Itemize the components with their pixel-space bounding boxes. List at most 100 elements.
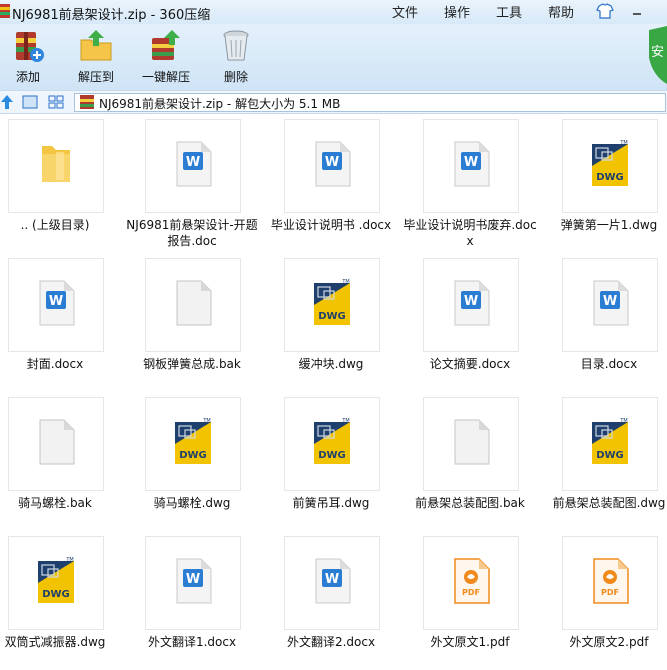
file-tile[interactable]: PDF [562,536,658,630]
file-tile[interactable] [8,119,104,213]
file-tile[interactable]: W [145,119,241,213]
delete-button[interactable]: 删除 [208,24,264,88]
add-archive-icon [16,32,44,62]
file-name: 骑马螺栓.bak [18,496,92,510]
file-item[interactable]: W 目录.docx [530,252,664,390]
file-name: 目录.docx [580,357,638,371]
menu-operations[interactable]: 操作 [444,2,470,21]
file-tile[interactable] [145,258,241,352]
svg-text:W: W [325,572,339,587]
file-name: 外文原文1.pdf [430,635,510,649]
file-tile[interactable]: DWG TM [8,536,104,630]
file-name: 外文原文2.pdf [569,635,649,649]
file-tile[interactable]: W [423,119,519,213]
tm-badge-text: TM [619,418,627,424]
file-item[interactable]: .. (上级目录) [0,113,110,251]
file-item[interactable]: DWG TM 前悬架总装配图.dwg [530,391,666,529]
menu-tools[interactable]: 工具 [496,2,522,21]
file-tile[interactable]: W [423,258,519,352]
menu-file[interactable]: 文件 [392,2,418,21]
menu-help[interactable]: 帮助 [548,2,574,21]
shield-char: 安 [651,45,664,60]
file-item[interactable]: W 封面.docx [0,252,110,390]
app-icon [0,4,10,18]
file-tile[interactable]: W [145,536,241,630]
file-item[interactable]: 骑马螺栓.bak [0,391,110,529]
window-title: NJ6981前悬架设计.zip - 360压缩 [12,8,211,23]
svg-text:W: W [603,294,617,309]
file-item[interactable]: W 毕业设计说明书 .docx [252,113,391,251]
file-name: 毕业设计说明书 .docx [270,218,392,232]
file-name: 毕业设计说明书废弃.docx [403,218,537,248]
word-doc-icon: W [593,280,629,326]
file-item[interactable]: PDF 外文原文1.pdf [391,530,525,668]
file-tile[interactable] [423,397,519,491]
zip-archive-icon [80,95,94,109]
skin-shirt-icon[interactable] [596,2,614,20]
file-name: 封面.docx [26,357,84,371]
one-click-extract-icon [152,30,180,60]
file-tile[interactable]: W [562,258,658,352]
address-bar: NJ6981前悬架设计.zip - 解包大小为 5.1 MB [0,90,667,114]
file-item[interactable]: W 毕业设计说明书废弃.docx [391,113,537,251]
word-doc-icon: W [315,141,351,187]
file-name: 骑马螺栓.dwg [153,496,231,510]
svg-text:W: W [464,155,478,170]
one-click-extract-button[interactable]: 一键解压 [138,24,194,88]
file-item[interactable]: W 论文摘要.docx [391,252,525,390]
file-name: 外文翻译2.docx [286,635,376,649]
grid-view-icon[interactable] [48,95,64,109]
file-name: .. (上级目录) [20,218,90,232]
tm-badge-text: TM [619,140,627,146]
file-tile[interactable] [8,397,104,491]
svg-text:W: W [186,572,200,587]
file-tile[interactable]: PDF [423,536,519,630]
file-tile[interactable]: W [8,258,104,352]
file-name: 前悬架总装配图.dwg [552,496,666,510]
pdf-badge-text: PDF [601,588,619,597]
up-arrow-icon[interactable] [0,94,14,110]
file-item[interactable]: W 外文翻译1.docx [113,530,247,668]
file-tile[interactable]: DWG TM [284,397,380,491]
extract-to-button[interactable]: 解压到 [68,24,124,88]
file-tile[interactable]: W [284,536,380,630]
path-box[interactable]: NJ6981前悬架设计.zip - 解包大小为 5.1 MB [74,93,666,112]
file-item[interactable]: DWG TM 前簧吊耳.dwg [252,391,386,529]
add-button[interactable]: 添加 [0,24,56,88]
file-name: 钢板弹簧总成.bak [143,357,241,371]
blank-file-icon [39,419,75,465]
file-item[interactable]: 前悬架总装配图.bak [391,391,525,529]
file-item[interactable]: DWG TM 弹簧第一片1.dwg [530,113,664,251]
file-item[interactable]: 钢板弹簧总成.bak [113,252,247,390]
file-tile[interactable]: DWG TM [145,397,241,491]
security-shield-icon[interactable]: 安 [645,24,667,90]
file-name: 论文摘要.docx [429,357,511,371]
minimize-button[interactable] [630,4,644,18]
file-item[interactable]: DWG TM 骑马螺栓.dwg [113,391,247,529]
file-grid: .. (上级目录) W NJ6981前悬架设计-开题报告.doc W 毕业设计说… [0,113,667,670]
dwg-badge-text: DWG [179,450,207,461]
svg-text:W: W [49,294,63,309]
file-tile[interactable]: DWG TM [284,258,380,352]
toolbar: 添加 解压到 一键解压 删除 安 [0,24,667,90]
large-icons-view-icon[interactable] [22,95,38,109]
file-item[interactable]: W 外文翻译2.docx [252,530,386,668]
title-bar: NJ6981前悬架设计.zip - 360压缩 文件 操作 工具 帮助 [0,0,667,24]
word-doc-icon: W [176,558,212,604]
file-item[interactable]: DWG TM 双筒式减振器.dwg [0,530,110,668]
file-item[interactable]: W NJ6981前悬架设计-开题报告.doc [113,113,258,251]
file-tile[interactable]: DWG TM [562,119,658,213]
extract-folder-icon [80,30,112,61]
file-tile[interactable]: W [284,119,380,213]
word-doc-icon: W [454,280,490,326]
file-item[interactable]: PDF 外文原文2.pdf [530,530,664,668]
word-doc-icon: W [176,141,212,187]
pdf-badge-text: PDF [462,588,480,597]
file-name: NJ6981前悬架设计-开题报告.doc [126,218,258,248]
file-name: 前簧吊耳.dwg [292,496,370,510]
file-name: 前悬架总装配图.bak [415,496,525,510]
tm-badge-text: TM [202,418,210,424]
file-tile[interactable]: DWG TM [562,397,658,491]
file-item[interactable]: DWG TM 缓冲块.dwg [252,252,386,390]
dwg-icon: DWG TM [592,418,628,464]
